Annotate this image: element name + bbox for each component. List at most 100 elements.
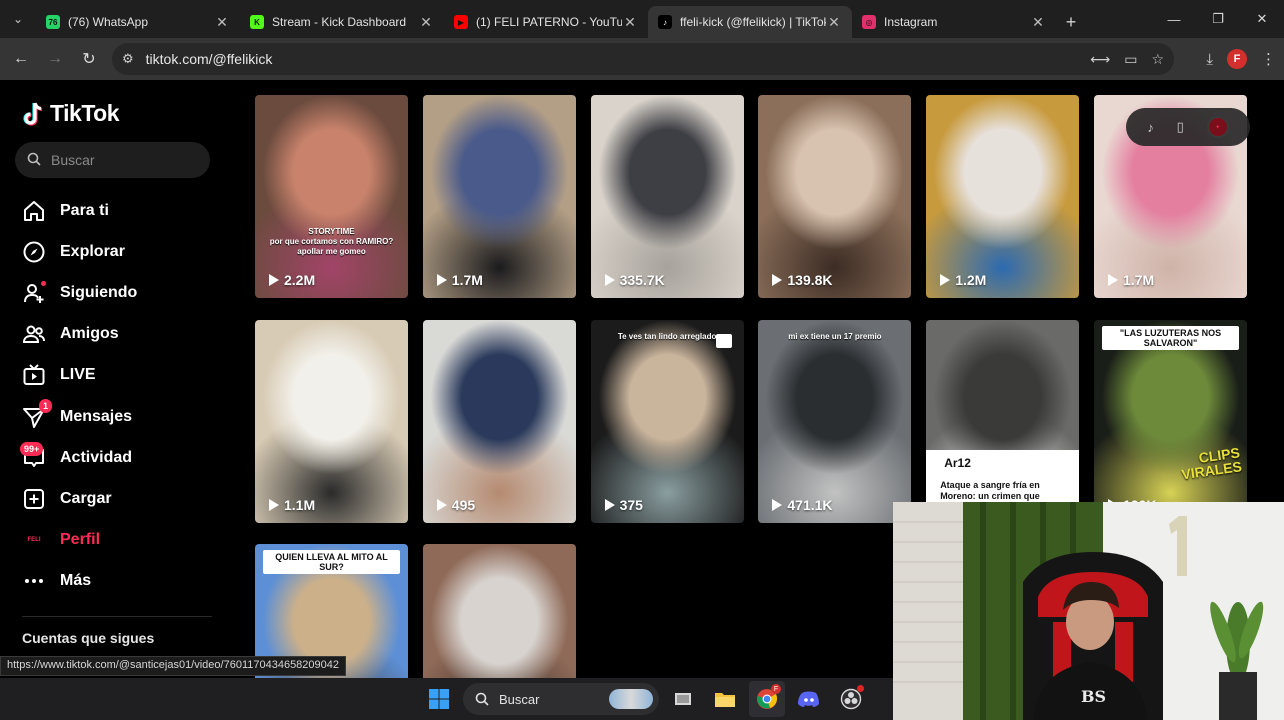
browser-tab[interactable]: ♪ ffeli-kick (@ffelikick) | TikTok ✕ [648,6,852,38]
streamer-webcam-overlay: BS [893,502,1284,720]
sidebar-item-label: Explorar [60,242,125,260]
sidebar-item-activity[interactable]: 99+ Actividad [20,437,230,478]
sidebar-item-label: LIVE [60,366,96,384]
photo-post-icon [715,333,732,348]
sidebar-item-following[interactable]: Siguiendo [20,272,230,313]
browser-tab[interactable]: ◎ Instagram ✕ [852,6,1056,38]
site-settings-icon[interactable]: ⚙ [122,51,134,67]
obs-icon[interactable] [833,681,869,717]
taskbar-search[interactable]: Buscar [463,683,659,715]
video-caption: STORYTIME por que cortamos con RAMIRO? a… [269,227,394,256]
browser-tab[interactable]: 76 (76) WhatsApp ✕ [36,6,240,38]
video-card[interactable] [422,544,576,678]
tiktok-logo[interactable]: TikTok [22,100,120,127]
video-card[interactable]: 495 [422,319,576,523]
discord-icon[interactable] [791,681,827,717]
video-card[interactable]: Ar12 Ataque a sangre fría en Moreno: un c… [926,319,1080,523]
sidebar-item-explore[interactable]: Explorar [20,231,230,272]
sidebar-item-live[interactable]: LIVE [20,355,230,396]
close-tab-icon[interactable]: ✕ [1030,14,1046,31]
sidebar-item-upload[interactable]: Cargar [20,478,230,519]
play-icon [436,274,447,286]
tab-title: Stream - Kick Dashboard [272,15,407,29]
sidebar-item-label: Mensajes [60,407,133,425]
video-card[interactable]: 1.1M [255,319,408,523]
cast-icon[interactable]: ▭ [1124,51,1137,68]
tab-search-dropdown-icon[interactable]: ⌄ [0,0,36,38]
bookmark-star-icon[interactable]: ☆ [1151,51,1164,68]
tiktok-brand-text: TikTok [50,100,120,126]
translate-icon[interactable]: ⟷ [1090,51,1110,68]
reload-button[interactable]: ↻ [72,42,106,76]
close-tab-icon[interactable]: ✕ [214,14,230,31]
browser-toolbar: ← → ↻ ⚙ tiktok.com/@ffelikick ⟷ ▭ ☆ ⤓ F … [0,38,1284,80]
minimize-icon[interactable]: — [1152,0,1196,38]
view-count-text: 2.2M [284,272,316,288]
sidebar-item-label: Cargar [60,489,112,507]
video-card[interactable]: STORYTIME por que cortamos con RAMIRO? a… [255,95,408,298]
webcam-scene-image: BS [893,502,1284,720]
video-card[interactable]: Te ves tan lindo arreglado 375 [590,319,744,523]
download-icon[interactable]: ⤓ [1206,51,1213,68]
video-card[interactable]: "LAS LUZUTERAS NOS SALVARON" CLIPS VIRALE… [1094,319,1247,523]
sidebar-item-profile[interactable]: FELI Perfil [20,520,230,561]
tiktok-sidebar: TikTok Para ti Explorar Siguiendo Amigos LIV… [0,80,240,678]
video-card[interactable]: 335.7K [590,95,744,298]
view-count-text: 495 [451,496,476,513]
profile-avatar[interactable]: F [1227,49,1247,69]
view-count-text: 1.2M [955,272,987,288]
view-count: 1.7M [436,272,483,288]
back-button[interactable]: ← [4,42,38,76]
forward-button[interactable]: → [38,42,72,76]
play-icon [604,498,615,511]
sidebar-item-for-you[interactable]: Para ti [20,190,230,231]
browser-tab[interactable]: K Stream - Kick Dashboard ✕ [240,6,444,38]
sidebar-item-label: Actividad [60,448,133,466]
task-view-icon[interactable] [665,681,701,717]
browser-tab[interactable]: ▶ (1) FELI PATERNO - YouTube ✕ [444,6,648,38]
taskbar-search-label: Buscar [499,691,540,707]
file-explorer-icon[interactable] [707,681,743,717]
whatsapp-icon: 76 [46,15,60,29]
tab-title: (1) FELI PATERNO - YouTube [476,15,622,29]
video-card[interactable]: 1.7M [422,95,576,298]
chrome-icon[interactable]: F [749,681,785,717]
close-tab-icon[interactable]: ✕ [418,14,434,31]
sidebar-search[interactable] [15,142,210,178]
search-icon [27,152,41,169]
instagram-icon: ◎ [862,15,876,29]
url-text[interactable]: tiktok.com/@ffelikick [146,51,273,67]
sidebar-item-friends[interactable]: Amigos [20,314,230,355]
video-card[interactable]: mi ex tiene un 17 premio 471.1K [758,319,912,523]
address-bar[interactable]: ⚙ tiktok.com/@ffelikick ⟷ ▭ ☆ [112,43,1174,75]
friends-icon [20,320,48,348]
sidebar-item-label: Para ti [60,201,109,219]
phone-icon[interactable]: ▯ [1177,119,1184,135]
maximize-icon[interactable]: ❐ [1196,0,1240,38]
close-window-icon[interactable]: ✕ [1240,0,1284,38]
search-input[interactable] [51,152,191,168]
profile-avatar-text: FELI [27,537,41,544]
tiktok-small-icon[interactable]: ♪ [1147,120,1154,135]
live-avatar-icon[interactable]: ● [1206,116,1229,138]
view-count: 1.2M [940,272,986,288]
menu-kebab-icon[interactable]: ⋮ [1261,50,1276,68]
sidebar-item-label: Perfil [60,531,101,549]
close-tab-icon[interactable]: ✕ [622,14,638,31]
video-card[interactable]: 139.8K [758,95,912,298]
view-count: 139.8K [772,272,833,288]
view-count-text: 375 [619,496,643,513]
close-tab-icon[interactable]: ✕ [826,14,842,31]
sidebar-item-more[interactable]: Más [20,561,230,602]
shirt-logo-text: BS [1081,687,1106,706]
notification-badge: 99+ [20,441,44,456]
windows-start-icon[interactable] [421,681,457,717]
sidebar-item-messages[interactable]: 1 Mensajes [20,396,230,437]
video-card[interactable]: 1.2M [926,95,1080,298]
view-count: 375 [604,496,643,513]
new-tab-button[interactable]: + [1056,6,1086,38]
tab-title: (76) WhatsApp [68,15,149,29]
video-caption: mi ex tiene un 17 premio [788,331,882,341]
sidebar-divider [22,616,212,617]
view-count: 495 [436,496,476,513]
